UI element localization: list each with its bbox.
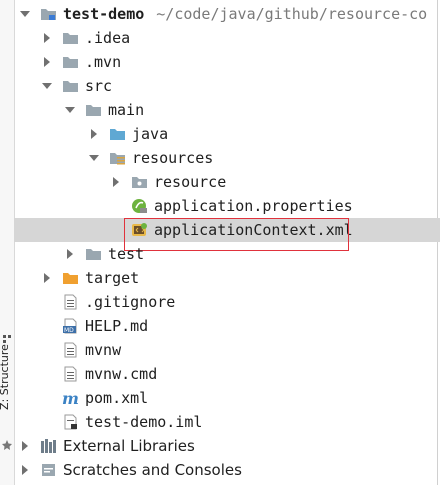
collapsed-arrow-icon[interactable] — [88, 128, 100, 140]
package-folder-icon — [131, 174, 148, 190]
excluded-folder-icon — [62, 270, 79, 286]
collapsed-arrow-icon[interactable] — [19, 464, 31, 476]
tree-row-test[interactable]: test — [14, 242, 440, 266]
tree-item-label: .gitignore — [85, 293, 176, 311]
tree-item-label: src — [85, 77, 113, 95]
iml-file-icon — [62, 414, 79, 430]
tree-item-label: HELP.md — [85, 317, 149, 335]
tree-item-label: test-demo.iml — [85, 413, 203, 431]
resources-folder-icon — [109, 150, 126, 166]
left-tool-strip: Z: Structure — [0, 0, 15, 485]
tree-item-label: .mvn — [85, 53, 122, 71]
tree-row-mvnw[interactable]: mvnw — [14, 338, 440, 362]
folder-icon — [62, 54, 79, 70]
collapsed-arrow-icon[interactable] — [19, 440, 31, 452]
tree-item-label: java — [132, 125, 169, 143]
expand-arrow-icon[interactable] — [64, 104, 76, 116]
svg-text:m: m — [62, 390, 79, 406]
tree-row-mvnw-cmd[interactable]: mvnw.cmd — [14, 362, 440, 386]
expand-arrow-icon[interactable] — [19, 8, 31, 20]
tree-row-resources[interactable]: resources — [14, 146, 440, 170]
expand-arrow-icon[interactable] — [88, 152, 100, 164]
tree-item-label: Scratches and Consoles — [63, 461, 242, 479]
tree-row-java[interactable]: java — [14, 122, 440, 146]
tree-row-applicationcontext-xml[interactable]: applicationContext.xml — [14, 218, 440, 242]
module-folder-icon — [40, 6, 57, 22]
text-file-icon — [62, 342, 79, 358]
tree-row-resource[interactable]: resource — [14, 170, 440, 194]
tree-item-label: mvnw.cmd — [85, 365, 158, 383]
folder-icon — [62, 78, 79, 94]
tree-row-gitignore[interactable]: .gitignore — [14, 290, 440, 314]
libraries-icon — [40, 438, 57, 454]
text-file-icon — [62, 366, 79, 382]
favorites-icon[interactable] — [2, 436, 12, 450]
tree-item-label: test — [108, 245, 145, 263]
markdown-file-icon: MD — [62, 318, 79, 334]
tree-item-label: resource — [154, 173, 227, 191]
structure-tool-tab[interactable]: Z: Structure — [0, 302, 12, 452]
tree-row-src[interactable]: src — [14, 74, 440, 98]
collapsed-arrow-icon[interactable] — [41, 32, 53, 44]
collapsed-arrow-icon[interactable] — [41, 272, 53, 284]
tree-row-main[interactable]: main — [14, 98, 440, 122]
tree-row-application-properties[interactable]: application.properties — [14, 194, 440, 218]
text-file-icon — [62, 294, 79, 310]
project-name: test-demo — [63, 5, 145, 23]
tree-row-mvn[interactable]: .mvn — [14, 50, 440, 74]
tree-item-label: .idea — [85, 29, 131, 47]
tree-item-label: applicationContext.xml — [154, 221, 353, 239]
collapsed-arrow-icon[interactable] — [64, 248, 76, 260]
tree-row-target[interactable]: target — [14, 266, 440, 290]
tree-item-label: application.properties — [154, 197, 353, 215]
source-folder-icon — [109, 126, 126, 142]
folder-icon — [62, 30, 79, 46]
maven-icon: m — [62, 390, 79, 406]
tree-row-test-demo[interactable]: test-demo ~/code/java/github/resource-co — [14, 2, 440, 26]
tree-item-label: target — [85, 269, 140, 287]
tree-row-pom-xml[interactable]: m pom.xml — [14, 386, 440, 410]
spring-xml-icon — [131, 222, 148, 238]
tree-row-external-libraries[interactable]: External Libraries — [14, 434, 440, 458]
tree-row-idea[interactable]: .idea — [14, 26, 440, 50]
scratches-icon — [40, 462, 57, 478]
expand-arrow-icon[interactable] — [41, 80, 53, 92]
collapsed-arrow-icon[interactable] — [110, 176, 122, 188]
tree-item-label: main — [108, 101, 145, 119]
tree-item-label: resources — [132, 149, 214, 167]
tree-item-label: External Libraries — [63, 437, 195, 455]
folder-icon — [85, 102, 102, 118]
tree-item-label: pom.xml — [85, 389, 149, 407]
tree-row-test-demo-iml[interactable]: test-demo.iml — [14, 410, 440, 434]
folder-icon — [85, 246, 102, 262]
spring-properties-icon — [131, 198, 148, 214]
collapsed-arrow-icon[interactable] — [41, 56, 53, 68]
svg-text:MD: MD — [64, 327, 74, 334]
tree-row-scratches-and-consoles[interactable]: Scratches and Consoles — [14, 458, 440, 482]
tree-row-help-md[interactable]: MD HELP.md — [14, 314, 440, 338]
tree-item-label: mvnw — [85, 341, 122, 359]
project-path: ~/code/java/github/resource-co — [156, 5, 428, 23]
